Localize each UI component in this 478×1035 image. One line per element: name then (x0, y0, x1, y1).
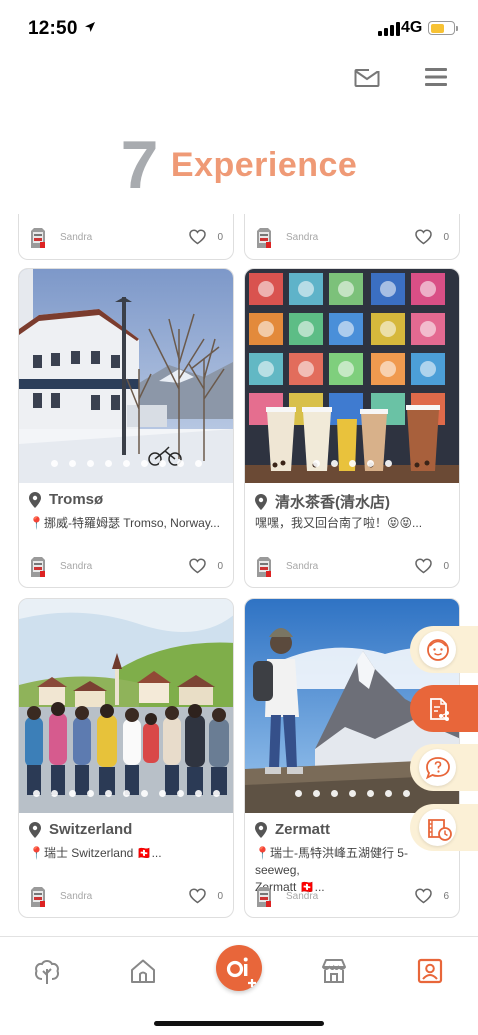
card-username: Sandra (286, 232, 319, 243)
like-count: 0 (443, 561, 449, 572)
status-bar: 12:50 4G (0, 0, 478, 56)
card-username: Sandra (60, 232, 93, 243)
location-arrow-icon (85, 22, 95, 32)
chat-question-icon (425, 757, 450, 780)
page-title: Experience (170, 145, 358, 184)
swiss-village-group-photo (19, 599, 233, 813)
card-image[interactable] (245, 269, 459, 483)
experience-card[interactable]: Switzerland 📍瑞士 Switzerland 🇨🇭... Sandra… (18, 598, 234, 918)
card-footer: Sandra 6 (255, 886, 449, 908)
home-icon[interactable] (129, 957, 157, 985)
status-time: 12:50 (28, 18, 78, 39)
card-title: Switzerland (29, 821, 132, 838)
location-pin-icon (255, 821, 267, 838)
like-count: 0 (217, 232, 223, 243)
heart-icon[interactable] (415, 888, 432, 904)
tromso-street-photo (19, 269, 233, 483)
like-count: 0 (217, 891, 223, 902)
experience-feed[interactable]: Sandra 0 Sandra 0 Tromsø 📍挪威-特羅姆瑟 Tromso… (0, 214, 478, 936)
menu-icon[interactable] (424, 66, 448, 88)
network-type: 4G (401, 19, 423, 36)
card-title: 清水茶香(清水店) (255, 491, 390, 512)
face-icon (427, 639, 449, 661)
heart-icon[interactable] (189, 229, 206, 245)
heart-icon[interactable] (415, 229, 432, 245)
chat-question-button[interactable] (410, 744, 478, 791)
card-title: Zermatt (255, 821, 330, 838)
share-document-icon (430, 698, 449, 721)
avatar[interactable] (255, 556, 273, 578)
image-carousel-dots[interactable] (19, 790, 233, 797)
location-pin-icon (255, 493, 267, 510)
avatar[interactable] (29, 556, 47, 578)
signal-icon (378, 22, 400, 36)
like-count: 0 (443, 232, 449, 243)
store-icon[interactable] (320, 957, 348, 985)
heart-icon[interactable] (189, 558, 206, 574)
oi-add-button[interactable] (216, 945, 262, 991)
experience-card[interactable]: Tromsø 📍挪威-特羅姆瑟 Tromso, Norway... Sandra… (18, 268, 234, 588)
avatar[interactable] (29, 227, 47, 249)
avatar[interactable] (29, 886, 47, 908)
experience-card[interactable]: 清水茶香(清水店) 嘿嘿，我又回台南了啦！😝😝... Sandra 0 (244, 268, 460, 588)
card-title-text: Zermatt (275, 821, 331, 838)
battery-icon (428, 21, 458, 35)
like-count: 6 (443, 891, 449, 902)
ticket-clock-button[interactable] (410, 804, 478, 851)
mail-icon[interactable] (354, 66, 380, 88)
image-carousel-dots[interactable] (245, 460, 459, 467)
oi-logo-icon (226, 957, 256, 987)
experience-card[interactable]: Sandra 0 (244, 214, 460, 260)
card-image[interactable] (19, 599, 233, 813)
card-footer: Sandra 0 (29, 556, 223, 578)
card-username: Sandra (286, 561, 319, 572)
card-image[interactable] (19, 269, 233, 483)
card-username: Sandra (286, 891, 319, 902)
home-indicator (154, 1021, 324, 1026)
card-title: Tromsø (29, 491, 103, 508)
experience-count: 7 (120, 127, 159, 203)
location-pin-icon (29, 491, 41, 508)
bottom-tab-bar (0, 936, 478, 1035)
card-footer: Sandra 0 (29, 227, 223, 249)
avatar[interactable] (255, 227, 273, 249)
card-footer: Sandra 0 (255, 227, 449, 249)
profile-icon[interactable] (416, 957, 444, 985)
bubble-tea-tiles-photo (245, 269, 459, 483)
share-document-button[interactable] (410, 685, 478, 732)
like-count: 0 (217, 561, 223, 572)
image-carousel-dots[interactable] (19, 460, 233, 467)
heart-icon[interactable] (415, 558, 432, 574)
ticket-clock-icon (428, 819, 452, 841)
heart-icon[interactable] (189, 888, 206, 904)
location-pin-icon (29, 821, 41, 838)
card-title-text: 清水茶香(清水店) (275, 494, 390, 511)
face-action-button[interactable] (410, 626, 478, 673)
card-title-text: Switzerland (49, 821, 133, 838)
card-username: Sandra (60, 561, 93, 572)
card-title-text: Tromsø (49, 491, 104, 508)
page-header: 7 Experience (0, 126, 478, 204)
card-description: 嘿嘿，我又回台南了啦！😝😝... (255, 516, 423, 530)
card-username: Sandra (60, 891, 93, 902)
image-carousel-dots[interactable] (245, 790, 459, 797)
experience-card[interactable]: Sandra 0 (18, 214, 234, 260)
card-description: 📍瑞士 Switzerland 🇨🇭... (29, 846, 162, 860)
card-description: 📍挪威-特羅姆瑟 Tromso, Norway... (29, 516, 220, 530)
avatar[interactable] (255, 886, 273, 908)
card-footer: Sandra 0 (255, 556, 449, 578)
tree-icon[interactable] (33, 957, 61, 985)
card-footer: Sandra 0 (29, 886, 223, 908)
